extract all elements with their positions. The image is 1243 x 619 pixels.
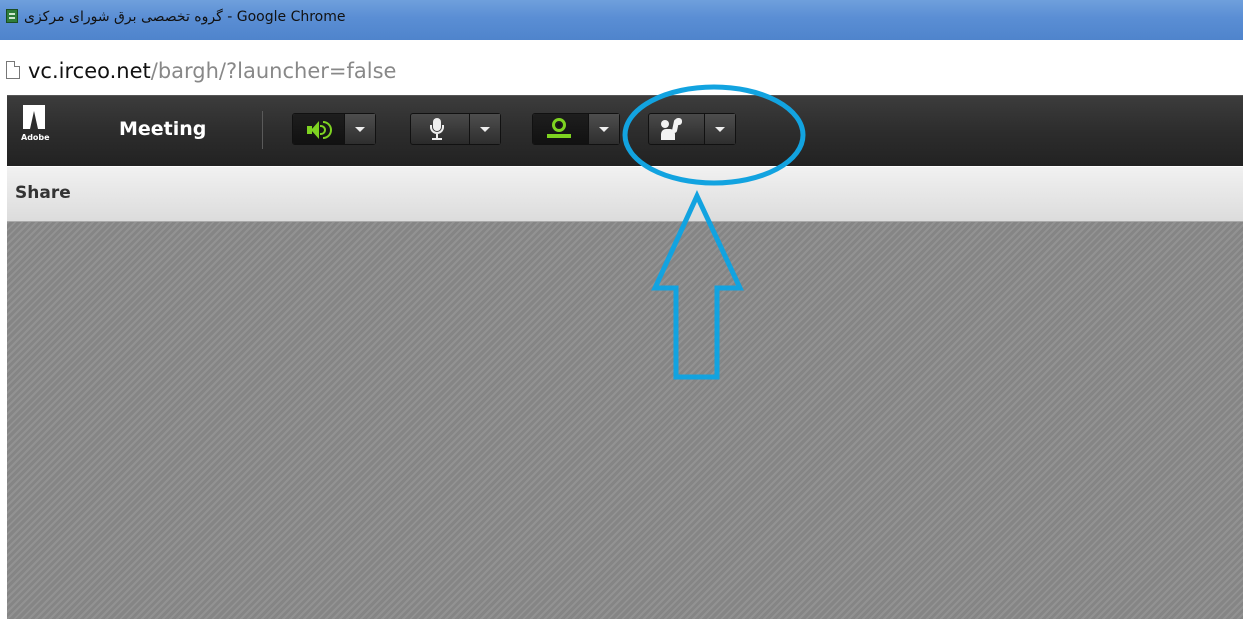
connect-toolbar: Adobe Meeting [7,95,1243,166]
webcam-dropdown-icon[interactable] [588,114,619,144]
url-host: vc.irceo.net [28,59,151,83]
raise-hand-dropdown-icon[interactable] [704,114,735,144]
meeting-menu[interactable]: Meeting [119,116,206,142]
speaker-control[interactable] [292,113,376,145]
microphone-button[interactable] [411,114,471,144]
share-pod-title: Share [15,183,71,203]
webcam-button[interactable] [533,114,589,144]
microphone-icon [430,118,444,140]
microphone-dropdown-icon[interactable] [469,114,500,144]
adobe-logo: Adobe [21,105,50,151]
adobe-logo-text: Adobe [21,133,50,142]
microphone-control[interactable] [410,113,501,145]
speaker-button[interactable] [293,114,345,144]
webcam-icon [546,118,572,140]
share-pod-content [7,222,1243,619]
speaker-icon [307,121,333,139]
app-icon [6,9,18,23]
raise-hand-control[interactable] [648,113,736,145]
window-title: گروه تخصصی برق شورای مرکزی - Google Chro… [24,9,346,25]
share-pod-header: Share [7,167,1243,222]
address-bar[interactable]: vc.irceo.net/bargh/?launcher=false [0,56,1243,94]
adobe-logo-icon [23,105,45,129]
toolbar-divider [262,111,263,149]
webcam-control[interactable] [532,113,620,145]
raise-hand-icon [661,118,689,142]
page-icon [6,61,20,79]
url-text[interactable]: vc.irceo.net/bargh/?launcher=false [28,56,396,86]
speaker-dropdown-icon[interactable] [344,114,375,144]
url-path: /bargh/?launcher=false [150,59,397,83]
browser-title-bar: گروه تخصصی برق شورای مرکزی - Google Chro… [0,0,1243,40]
raise-hand-button[interactable] [649,114,705,144]
